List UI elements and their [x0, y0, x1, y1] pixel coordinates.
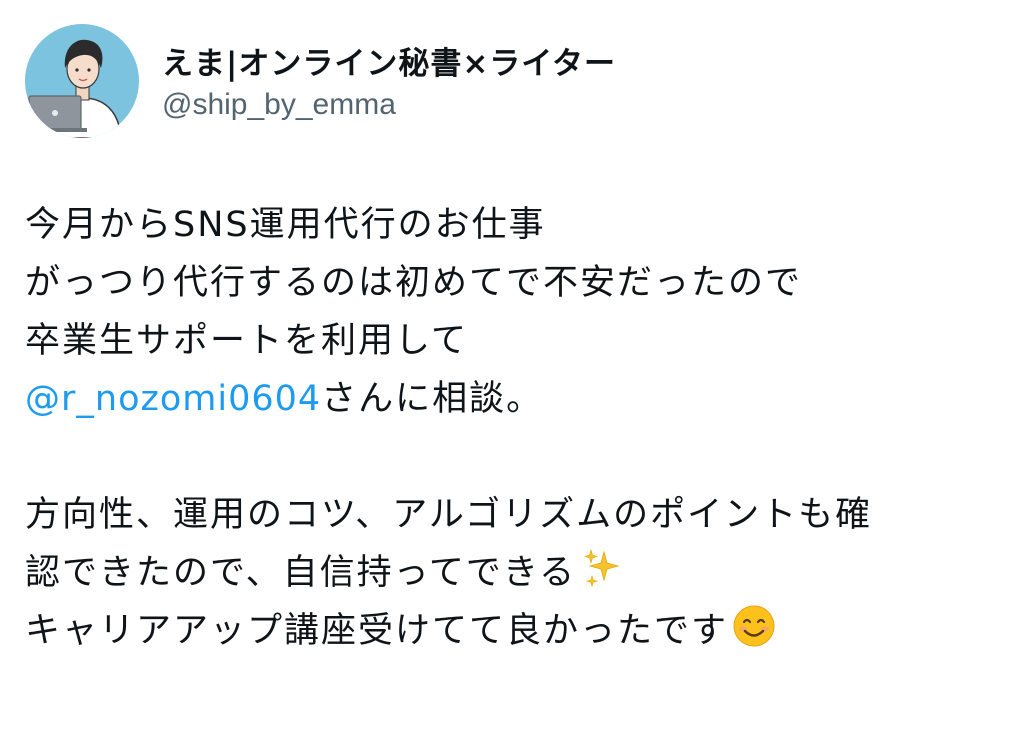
- person-with-laptop-icon: [27, 39, 122, 138]
- tweet-line-with-emoji: 認できたので、自信持ってできる: [25, 544, 1005, 602]
- smiling-face-icon: [732, 604, 776, 648]
- tweet-text: 今月からSNS運用代行のお仕事 がっつり代行するのは初めてで不安だったので 卒業…: [25, 196, 1005, 660]
- user-handle[interactable]: @ship_by_emma: [162, 88, 396, 122]
- tweet-line: がっつり代行するのは初めてで不安だったので: [25, 263, 803, 303]
- avatar[interactable]: [25, 24, 139, 138]
- tweet-line: 今月からSNS運用代行のお仕事: [25, 205, 546, 245]
- tweet-line: 方向性、運用のコツ、アルゴリズムのポイントも確: [25, 495, 873, 535]
- tweet-line: 卒業生サポートを利用して: [25, 321, 468, 361]
- tweet-line-text: キャリアアップ講座受けてて良かったです: [25, 611, 729, 651]
- tweet-line-with-emoji: キャリアアップ講座受けてて良かったです: [25, 602, 1005, 660]
- tweet-header: えま|オンライン秘書×ライター @ship_by_emma: [25, 22, 985, 142]
- sparkles-icon: [580, 546, 624, 590]
- mention-link[interactable]: @r_nozomi0604: [25, 379, 321, 419]
- tweet-line-text: さんに相談。: [321, 379, 544, 419]
- tweet-line-text: 認できたので、自信持ってできる: [25, 553, 577, 593]
- tweet-line-with-mention: @r_nozomi0604さんに相談。: [25, 370, 1005, 428]
- display-name[interactable]: えま|オンライン秘書×ライター: [162, 38, 616, 83]
